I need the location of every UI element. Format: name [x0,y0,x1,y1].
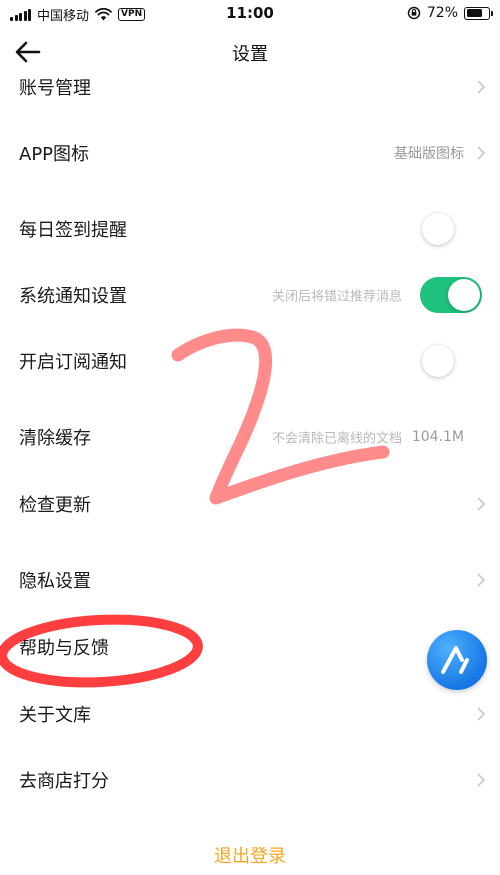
row-daily-checkin-reminder: 每日签到提醒 [0,199,500,259]
row-app-icon[interactable]: APP图标 基础版图标 [0,123,500,183]
assistant-logo-icon [441,646,469,674]
chevron-right-icon [477,497,486,511]
status-bar-left: 中国移动 VPN [10,5,146,24]
vpn-badge: VPN [118,8,146,21]
row-privacy-settings[interactable]: 隐私设置 [0,550,500,610]
wifi-icon [95,8,112,21]
carrier-name: 中国移动 [37,9,90,24]
row-label: 系统通知设置 [19,286,127,307]
status-bar-right: 72% [407,5,493,21]
system-notification-toggle[interactable] [420,277,482,313]
row-label: 帮助与反馈 [19,638,109,659]
signal-icon [10,8,31,21]
chevron-right-icon [477,146,486,160]
row-label: 检查更新 [19,495,91,516]
battery-icon [464,6,493,20]
chevron-right-icon [477,773,486,787]
row-value: 基础版图标 [394,146,464,162]
row-label: 清除缓存 [19,428,91,449]
subscription-notification-toggle[interactable] [420,343,482,379]
toggle-knob [422,213,454,245]
orientation-lock-icon [407,6,421,20]
row-help-feedback[interactable]: 帮助与反馈 [0,617,500,677]
toggle-knob [448,279,480,311]
battery-percent: 72% [426,5,458,21]
row-hint: 不会清除已离线的文档 [271,431,402,447]
floating-assistant-button[interactable] [427,630,487,690]
row-clear-cache[interactable]: 清除缓存 不会清除已离线的文档 104.1M [0,407,500,467]
row-subscription-notification: 开启订阅通知 [0,331,500,391]
row-about-library[interactable]: 关于文库 [0,684,500,744]
row-label: 去商店打分 [19,771,109,792]
row-label: 关于文库 [19,705,91,726]
chevron-right-icon [477,80,486,94]
status-bar: 中国移动 VPN 11:00 72% [0,0,500,28]
battery-level [466,9,482,17]
chevron-right-icon [477,707,486,721]
row-hint: 关闭后将错过推荐消息 [271,289,402,305]
row-label: APP图标 [19,144,90,165]
row-label: 账号管理 [19,78,91,99]
row-label: 每日签到提醒 [19,220,127,241]
row-account-management[interactable]: 账号管理 [0,57,500,117]
row-label: 开启订阅通知 [19,352,127,373]
logout-button[interactable]: 退出登录 [0,842,500,868]
chevron-right-icon [477,573,486,587]
row-label: 隐私设置 [19,571,91,592]
row-check-update[interactable]: 检查更新 [0,474,500,534]
daily-checkin-toggle[interactable] [420,211,482,247]
settings-screen: 中国移动 VPN 11:00 72% 设置 账号管理 APP图标 基础版图标 每… [0,0,500,875]
toggle-knob [422,345,454,377]
row-system-notification: 系统通知设置 关闭后将错过推荐消息 [0,265,500,325]
cache-size: 104.1M [411,429,464,445]
row-rate-in-store[interactable]: 去商店打分 [0,750,500,810]
